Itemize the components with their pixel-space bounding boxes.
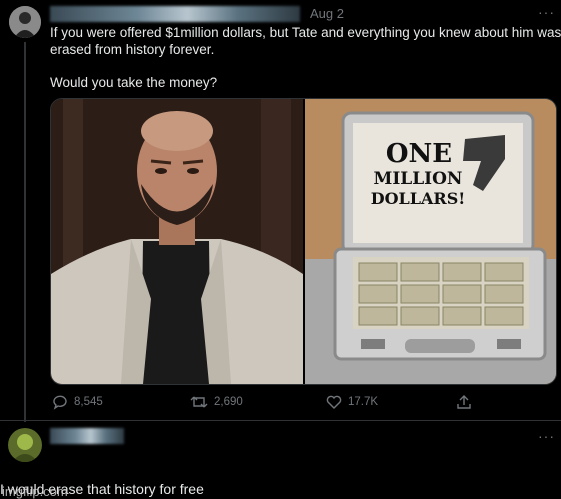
reply-icon xyxy=(53,395,67,410)
man-portrait-image xyxy=(51,99,303,384)
briefcase-title-line-2: MILLION xyxy=(373,169,463,189)
reply-author-name-redacted[interactable] xyxy=(50,428,124,444)
reply-action[interactable]: 8,545 xyxy=(52,394,103,410)
person-photo-icon xyxy=(9,6,41,38)
author-avatar[interactable] xyxy=(9,6,41,38)
retweet-count: 2,690 xyxy=(214,396,243,408)
like-count: 17.7K xyxy=(348,396,379,408)
more-options-icon[interactable]: ··· xyxy=(538,4,555,20)
briefcase-title-line-3: DOLLARS! xyxy=(370,189,466,208)
retweet-action[interactable]: 2,690 xyxy=(190,394,243,410)
reply-more-options-icon[interactable]: ··· xyxy=(538,428,555,444)
imgflip-watermark: imgflip.com xyxy=(2,484,68,499)
reply-count: 8,545 xyxy=(74,396,103,408)
author-name-redacted[interactable] xyxy=(50,6,300,22)
cartoon-avatar-icon xyxy=(8,428,42,462)
thread-line xyxy=(24,42,26,422)
share-icon xyxy=(457,395,471,409)
share-action[interactable] xyxy=(456,394,472,410)
tweet-text-line-3: Would you take the money? xyxy=(50,75,218,90)
tweet-text-line-2: erased from history forever. xyxy=(50,42,215,57)
photo-man[interactable] xyxy=(51,99,303,384)
tweet-date[interactable]: Aug 2 xyxy=(310,6,344,21)
like-action[interactable]: 17.7K xyxy=(326,394,378,410)
reply-author-avatar[interactable] xyxy=(8,428,42,462)
tweet-separator xyxy=(0,420,561,421)
retweet-icon xyxy=(190,396,208,408)
briefcase-title-line-1: ONE xyxy=(385,139,453,169)
heart-icon xyxy=(326,395,342,409)
photo-briefcase[interactable]: ONE MILLION DOLLARS! xyxy=(305,99,556,384)
tweet-media[interactable]: ONE MILLION DOLLARS! xyxy=(50,98,557,385)
tweet-text-line-1: If you were offered $1million dollars, b… xyxy=(50,25,561,40)
